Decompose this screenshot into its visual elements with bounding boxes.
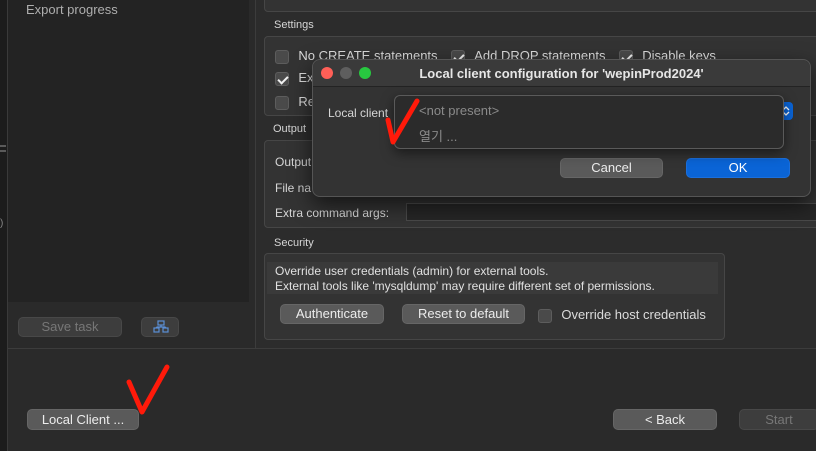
no-create-checkbox[interactable] — [275, 49, 289, 64]
annotation-checkmark — [126, 364, 170, 415]
security-desc-line1: Override user credentials (admin) for ex… — [275, 264, 549, 278]
override-host-label: Override host credentials — [561, 307, 706, 322]
dropdown-option-not-present[interactable]: <not present> — [419, 103, 499, 118]
settings-title: Settings — [274, 19, 314, 31]
edge-glyph: ) — [0, 218, 4, 229]
security-description: Override user credentials (admin) for ex… — [267, 262, 718, 294]
top-group-box — [264, 0, 816, 12]
settings-option-row: Re — [275, 94, 315, 110]
re-checkbox[interactable] — [275, 95, 289, 110]
sidebar: Export progress — [8, 0, 249, 302]
window-edge: ) — [0, 0, 8, 451]
output-row-label: Output — [275, 155, 312, 169]
dropdown-option-open[interactable]: 열기 ... — [419, 126, 457, 145]
local-client-button[interactable]: Local Client ... — [27, 409, 139, 430]
override-host-checkbox[interactable] — [538, 308, 552, 323]
edge-marker — [0, 145, 6, 147]
output-title: Output — [273, 123, 307, 135]
sidebar-item-export-progress[interactable]: Export progress — [26, 2, 118, 17]
ext-checkbox[interactable] — [275, 71, 289, 86]
security-desc-line2: External tools like 'mysqldump' may requ… — [275, 279, 655, 293]
file-name-label: File na — [275, 181, 312, 195]
authenticate-button[interactable]: Authenticate — [280, 304, 384, 324]
task-icon — [153, 320, 169, 333]
save-task-button[interactable]: Save task — [18, 317, 122, 337]
settings-option-row: Ext — [275, 70, 317, 86]
ok-button[interactable]: OK — [686, 158, 790, 178]
local-client-dropdown-menu: <not present> 열기 ... — [394, 95, 784, 149]
annotation-checkmark — [385, 98, 420, 145]
extra-args-label: Extra command args: — [275, 206, 390, 220]
cancel-button[interactable]: Cancel — [560, 158, 663, 178]
security-group: Override user credentials (admin) for ex… — [264, 253, 725, 340]
extra-args-input[interactable] — [406, 203, 816, 221]
dialog-titlebar: Local client configuration for 'wepinPro… — [313, 60, 810, 87]
start-button[interactable]: Start — [739, 409, 816, 430]
dialog-title: Local client configuration for 'wepinPro… — [419, 66, 704, 81]
task-icon-button[interactable] — [141, 317, 179, 337]
override-host-row: Override host credentials — [538, 307, 706, 323]
back-button[interactable]: < Back — [613, 409, 717, 430]
edge-marker — [0, 150, 6, 152]
reset-to-default-button[interactable]: Reset to default — [402, 304, 525, 324]
security-title: Security — [274, 237, 314, 249]
local-client-label: Local client — [328, 106, 389, 120]
